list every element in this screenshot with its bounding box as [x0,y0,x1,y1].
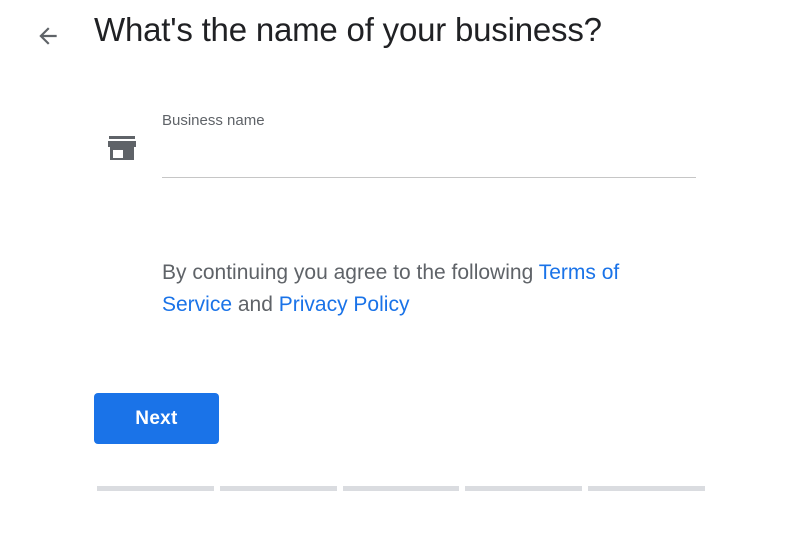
progress-step-1 [97,486,214,491]
business-name-input[interactable] [162,140,696,178]
business-name-field: Business name [162,112,696,180]
page-title: What's the name of your business? [94,11,602,48]
progress-step-2 [219,486,337,491]
terms-conjunction-text: and [232,293,279,316]
storefront-icon [108,136,136,160]
terms-notice: By continuing you agree to the following… [162,257,682,321]
privacy-policy-link[interactable]: Privacy Policy [279,293,410,316]
progress-step-3 [342,486,460,491]
progress-step-5 [588,486,705,491]
business-name-label: Business name [162,112,265,129]
step-progress-bar [97,486,705,491]
progress-step-4 [465,486,583,491]
terms-prefix-text: By continuing you agree to the following [162,261,539,284]
back-button[interactable] [30,18,66,54]
arrow-left-icon [39,27,57,45]
next-button[interactable]: Next [94,393,219,444]
